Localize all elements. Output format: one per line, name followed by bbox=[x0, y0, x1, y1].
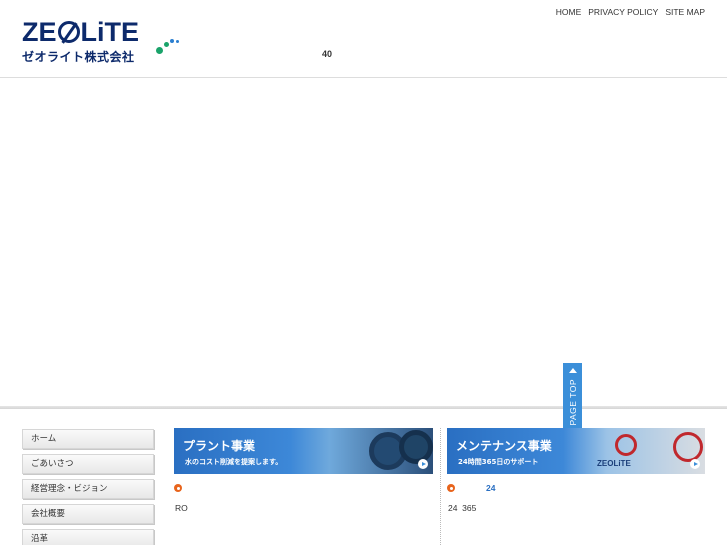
page-top-button[interactable]: PAGE TOP bbox=[563, 363, 582, 431]
maintenance-bullet-icon bbox=[447, 484, 455, 492]
maintenance-banner-title: メンテナンス事業 bbox=[456, 439, 552, 453]
site-header: ZE LiTE ゼオライト株式会社 40 HOME PRIVACY POLICY… bbox=[0, 0, 727, 78]
logo-text-suffix: LiTE bbox=[80, 17, 140, 47]
logo-text-prefix: ZE bbox=[22, 17, 57, 47]
maintenance-business-banner[interactable]: ZEOLiTE メンテナンス事業 24時間365日のサポート bbox=[447, 428, 705, 474]
page-top-label: PAGE TOP bbox=[567, 379, 578, 426]
maintenance-highlight-text[interactable]: 24 bbox=[486, 483, 495, 493]
main-visual-area bbox=[0, 79, 727, 407]
dot-small bbox=[170, 39, 174, 43]
company-logo[interactable]: ZE LiTE ゼオライト株式会社 bbox=[22, 18, 142, 64]
plant-bullet-icon bbox=[174, 484, 182, 492]
play-icon bbox=[690, 459, 700, 469]
maintenance-banner-logo: ZEOLiTE bbox=[597, 459, 631, 468]
arrow-up-icon bbox=[568, 368, 577, 373]
page: ZE LiTE ゼオライト株式会社 40 HOME PRIVACY POLICY… bbox=[0, 0, 727, 545]
top-navigation: HOME PRIVACY POLICY SITE MAP bbox=[556, 7, 705, 17]
sidebar-item-philosophy[interactable]: 経営理念・ビジョン bbox=[22, 479, 154, 499]
sidebar-item-company-profile[interactable]: 会社概要 bbox=[22, 504, 154, 524]
logo-wordmark: ZE LiTE bbox=[22, 18, 142, 46]
plant-banner-subtitle: 水のコスト削減を提案します。 bbox=[185, 458, 283, 466]
side-navigation: ホーム ごあいさつ 経営理念・ビジョン 会社概要 沿革 bbox=[22, 429, 154, 545]
logo-o-mark bbox=[57, 21, 80, 43]
nav-site-map-link[interactable]: SITE MAP bbox=[665, 7, 705, 17]
sidebar-item-home[interactable]: ホーム bbox=[22, 429, 154, 449]
maintenance-section-text: 24 365 bbox=[448, 503, 477, 513]
dot-medium bbox=[164, 42, 169, 47]
sidebar-item-history[interactable]: 沿革 bbox=[22, 529, 154, 545]
plant-business-banner[interactable]: プラント事業 水のコスト削減を提案します。 bbox=[174, 428, 433, 474]
sidebar-item-greeting[interactable]: ごあいさつ bbox=[22, 454, 154, 474]
decorative-dots bbox=[154, 37, 184, 57]
pipe-image bbox=[399, 430, 433, 464]
plant-section-text: RO bbox=[175, 503, 188, 513]
plant-banner-title: プラント事業 bbox=[183, 439, 256, 453]
play-icon bbox=[418, 459, 428, 469]
nav-privacy-policy-link[interactable]: PRIVACY POLICY bbox=[588, 7, 658, 17]
dot-large bbox=[156, 47, 163, 54]
dot-tiny bbox=[176, 40, 179, 43]
valve-image bbox=[673, 432, 703, 462]
nav-home-link[interactable]: HOME bbox=[556, 7, 582, 17]
header-tagline: 40 bbox=[322, 49, 333, 59]
maintenance-banner-subtitle: 24時間365日のサポート bbox=[458, 458, 539, 466]
logo-japanese-name: ゼオライト株式会社 bbox=[22, 50, 135, 64]
column-divider bbox=[440, 428, 441, 545]
valve-image bbox=[615, 434, 637, 456]
